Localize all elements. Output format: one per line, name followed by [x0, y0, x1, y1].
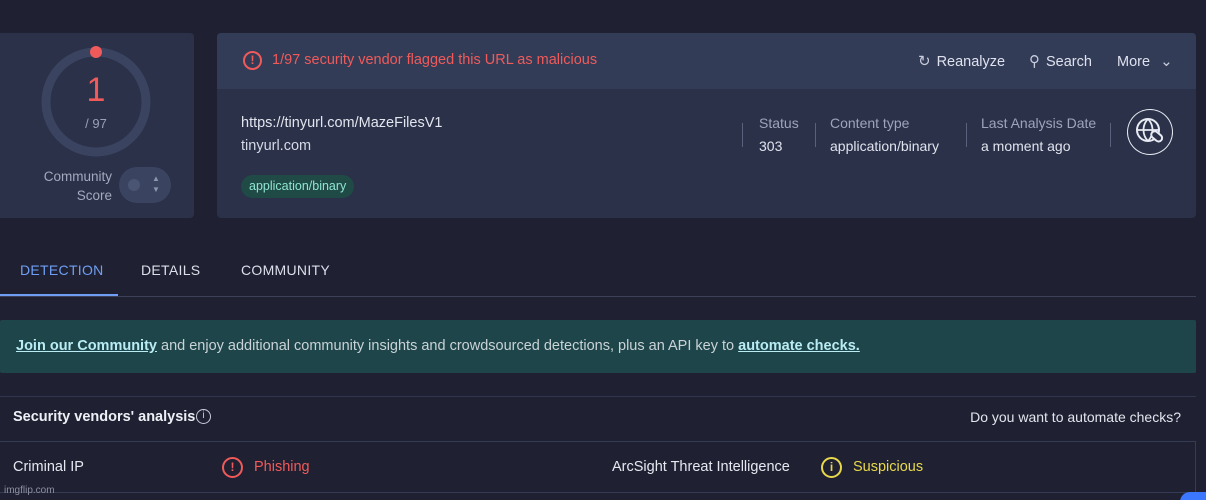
- banner-message: and enjoy additional community insights …: [156, 338, 739, 354]
- last-analysis-value: a moment ago: [981, 138, 1071, 154]
- automate-checks-prompt[interactable]: Do you want to automate checks?: [970, 409, 1181, 425]
- content-type-value: application/binary: [830, 138, 939, 154]
- vendor-row: Criminal IP ! Phishing ArcSight Threat I…: [0, 441, 1196, 493]
- tab-bar: DETECTION DETAILS COMMUNITY: [0, 244, 1196, 297]
- chevron-down-icon: ⌄: [1160, 53, 1173, 70]
- url-summary-card: ! 1/97 security vendor flagged this URL …: [217, 33, 1196, 218]
- community-banner: Join our Community and enjoy additional …: [0, 320, 1196, 373]
- vendor-name: ArcSight Threat Intelligence: [612, 459, 790, 475]
- automate-checks-link[interactable]: automate checks.: [738, 338, 860, 354]
- refresh-icon: ↻: [918, 53, 931, 70]
- community-score-card: 1 / 97 Community Score ▲ ▼: [0, 33, 194, 218]
- alert-circle-icon: !: [222, 457, 243, 478]
- content-type-label: Content type: [830, 115, 910, 131]
- meta-divider: [1110, 123, 1111, 147]
- search-label: Search: [1046, 54, 1092, 70]
- vote-arrows-icon[interactable]: ▲ ▼: [149, 173, 163, 195]
- info-icon[interactable]: i: [196, 409, 211, 424]
- last-analysis-label: Last Analysis Date: [981, 115, 1097, 131]
- status-label: Status: [759, 115, 799, 131]
- search-icon: ⚲: [1029, 53, 1040, 70]
- join-community-link[interactable]: Join our Community: [16, 338, 157, 354]
- alert-bar: ! 1/97 security vendor flagged this URL …: [217, 33, 1196, 89]
- detection-gauge-marker: [90, 46, 102, 58]
- vendor-name: Criminal IP: [13, 459, 84, 475]
- watermark: imgflip.com: [4, 485, 55, 496]
- scanned-url[interactable]: https://tinyurl.com/MazeFilesV1: [241, 115, 442, 131]
- content-type-field: Content type application/binary: [830, 115, 939, 154]
- meta-divider: [742, 123, 743, 147]
- tab-community[interactable]: COMMUNITY: [241, 262, 330, 278]
- malicious-count: 1: [86, 71, 106, 109]
- active-tab-indicator: [0, 294, 118, 296]
- status-field: Status 303: [759, 115, 799, 154]
- globe-link-icon[interactable]: [1127, 109, 1173, 155]
- status-value: 303: [759, 138, 783, 154]
- vendor-result: Phishing: [254, 459, 310, 475]
- community-score-label: Community Score: [43, 169, 112, 203]
- vendors-title: Security vendors' analysis: [13, 409, 196, 425]
- community-vote-toggle[interactable]: ▲ ▼: [119, 167, 171, 203]
- last-analysis-field: Last Analysis Date a moment ago: [981, 115, 1096, 154]
- vendor-total: / 97: [85, 116, 107, 131]
- more-label: More: [1117, 54, 1151, 70]
- alert-circle-icon: !: [243, 51, 262, 70]
- tab-details[interactable]: DETAILS: [141, 262, 200, 278]
- alert-text: 1/97 security vendor flagged this URL as…: [272, 52, 598, 68]
- content-type-tag[interactable]: application/binary: [241, 175, 355, 198]
- tab-detection[interactable]: DETECTION: [20, 262, 104, 278]
- info-circle-icon: i: [821, 457, 842, 478]
- meta-divider: [815, 123, 816, 147]
- search-button[interactable]: ⚲ Search: [1029, 52, 1092, 70]
- more-button[interactable]: More ⌄: [1117, 52, 1173, 70]
- meta-divider: [966, 123, 967, 147]
- scanned-domain[interactable]: tinyurl.com: [241, 138, 311, 154]
- banner-text: Join our Community and enjoy additional …: [16, 338, 860, 354]
- reanalyze-button[interactable]: ↻ Reanalyze: [918, 52, 1005, 70]
- floating-chat-button[interactable]: [1180, 492, 1206, 500]
- vendors-header: Security vendors' analysis i Do you want…: [0, 396, 1196, 438]
- detection-gauge: 1 / 97: [40, 46, 152, 158]
- reanalyze-label: Reanalyze: [936, 54, 1006, 70]
- vote-indicator: [128, 179, 140, 191]
- vendor-result: Suspicious: [853, 459, 924, 475]
